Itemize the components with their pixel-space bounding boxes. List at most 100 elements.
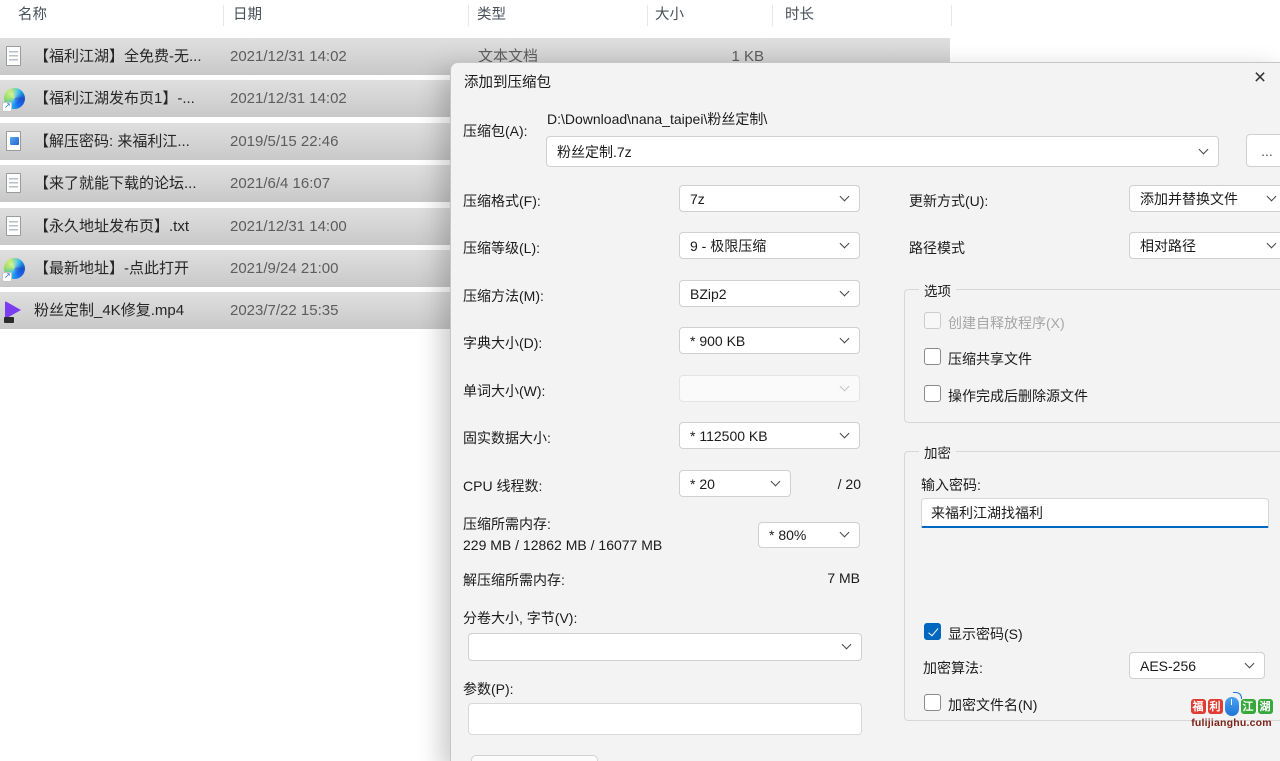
update-mode-label: 更新方式(U): bbox=[909, 191, 988, 211]
column-header-date[interactable]: 日期 bbox=[233, 0, 262, 31]
chevron-down-icon bbox=[771, 476, 781, 486]
memory-usage-combobox[interactable]: * 80% bbox=[758, 522, 860, 548]
volume-size-combobox[interactable] bbox=[468, 633, 862, 661]
file-list-header: 名称 日期 类型 大小 时长 bbox=[0, 0, 1280, 31]
video-icon bbox=[4, 300, 25, 321]
watermark-domain: fulijianghu.com bbox=[1183, 717, 1280, 729]
edge-shortcut-icon bbox=[4, 258, 25, 279]
encryption-method-combobox[interactable]: AES-256 bbox=[1129, 652, 1265, 679]
chevron-down-icon bbox=[840, 528, 850, 538]
parameters-input[interactable] bbox=[468, 703, 862, 735]
ok-button[interactable] bbox=[471, 755, 598, 761]
text-document-icon bbox=[4, 173, 25, 194]
level-label: 压缩等级(L): bbox=[463, 238, 540, 258]
create-sfx-label: 创建自释放程序(X) bbox=[948, 313, 1065, 333]
chevron-down-icon bbox=[842, 640, 852, 650]
solid-size-label: 固实数据大小: bbox=[463, 428, 551, 448]
column-header-name[interactable]: 名称 bbox=[18, 0, 47, 31]
compress-shared-checkbox[interactable] bbox=[924, 348, 941, 365]
delete-after-checkbox[interactable] bbox=[924, 385, 941, 402]
chevron-down-icon bbox=[840, 238, 850, 248]
column-header-type[interactable]: 类型 bbox=[477, 0, 506, 31]
decompress-memory-value: 7 MB bbox=[781, 570, 860, 586]
archive-path: D:\Download\nana_taipei\粉丝定制\ bbox=[547, 109, 767, 129]
memory-label: 压缩所需内存: bbox=[463, 514, 551, 534]
encrypt-names-checkbox[interactable] bbox=[924, 694, 941, 711]
mouse-icon bbox=[1225, 697, 1239, 716]
password-input[interactable] bbox=[921, 498, 1269, 528]
dialog-title: 添加到压缩包 bbox=[464, 71, 551, 92]
chevron-down-icon bbox=[840, 191, 850, 201]
decompress-memory-label: 解压缩所需内存: bbox=[463, 570, 565, 590]
browse-button[interactable]: ... bbox=[1246, 134, 1280, 167]
column-divider bbox=[951, 5, 952, 26]
column-divider bbox=[468, 5, 469, 26]
image-document-icon bbox=[4, 131, 25, 152]
text-document-icon bbox=[4, 46, 25, 67]
logo-char: 湖 bbox=[1258, 699, 1273, 714]
file-date: 2021/12/31 14:00 bbox=[230, 208, 347, 245]
show-password-checkbox[interactable] bbox=[924, 623, 941, 640]
file-name: 粉丝定制_4K修复.mp4 bbox=[34, 292, 184, 329]
add-to-archive-dialog: 添加到压缩包 × 压缩包(A): D:\Download\nana_taipei… bbox=[450, 62, 1280, 761]
file-date: 2021/12/31 14:02 bbox=[230, 38, 347, 75]
column-header-duration[interactable]: 时长 bbox=[785, 0, 814, 31]
file-date: 2021/12/31 14:02 bbox=[230, 80, 347, 117]
word-size-label: 单词大小(W): bbox=[463, 381, 545, 401]
screen: 名称 日期 类型 大小 时长 【福利江湖】全免费-无... 2021/12/31… bbox=[0, 0, 1280, 761]
archive-name-value: 粉丝定制.7z bbox=[557, 142, 632, 162]
path-mode-combobox[interactable]: 相对路径 bbox=[1129, 232, 1280, 259]
cpu-threads-combobox[interactable]: * 20 bbox=[679, 470, 791, 497]
chevron-down-icon bbox=[1267, 238, 1277, 248]
chevron-down-icon bbox=[1199, 144, 1209, 154]
path-mode-label: 路径模式 bbox=[909, 238, 965, 258]
cpu-threads-label: CPU 线程数: bbox=[463, 476, 542, 496]
create-sfx-checkbox bbox=[924, 312, 941, 329]
file-name: 【福利江湖发布页1】-... bbox=[34, 80, 195, 117]
logo-char: 利 bbox=[1208, 699, 1223, 714]
archive-name-combobox[interactable]: 粉丝定制.7z bbox=[546, 136, 1219, 167]
file-date: 2023/7/22 15:35 bbox=[230, 292, 338, 329]
watermark-logo: 福 利 江 湖 fulijianghu.com bbox=[1183, 695, 1280, 729]
format-label: 压缩格式(F): bbox=[463, 191, 541, 211]
edge-shortcut-icon bbox=[4, 88, 25, 109]
column-divider bbox=[772, 5, 773, 26]
show-password-label: 显示密码(S) bbox=[948, 624, 1023, 644]
word-size-combobox bbox=[679, 375, 860, 402]
solid-size-combobox[interactable]: * 112500 KB bbox=[679, 422, 860, 449]
format-combobox[interactable]: 7z bbox=[679, 185, 860, 212]
encryption-method-label: 加密算法: bbox=[923, 658, 983, 678]
chevron-down-icon bbox=[840, 333, 850, 343]
encrypt-names-label: 加密文件名(N) bbox=[948, 695, 1037, 715]
chevron-down-icon bbox=[1245, 658, 1255, 668]
level-combobox[interactable]: 9 - 极限压缩 bbox=[679, 232, 860, 259]
memory-detail: 229 MB / 12862 MB / 16077 MB bbox=[463, 537, 662, 553]
file-name: 【解压密码: 来福利江... bbox=[34, 123, 190, 160]
chevron-down-icon bbox=[840, 428, 850, 438]
chevron-down-icon bbox=[1267, 191, 1277, 201]
file-date: 2021/9/24 21:00 bbox=[230, 250, 338, 287]
delete-after-label: 操作完成后删除源文件 bbox=[948, 386, 1088, 406]
file-date: 2021/6/4 16:07 bbox=[230, 165, 330, 202]
method-label: 压缩方法(M): bbox=[463, 286, 544, 306]
update-mode-combobox[interactable]: 添加并替换文件 bbox=[1129, 185, 1280, 212]
chevron-down-icon bbox=[840, 286, 850, 296]
text-document-icon bbox=[4, 216, 25, 237]
file-name: 【来了就能下载的论坛... bbox=[34, 165, 197, 202]
parameters-label: 参数(P): bbox=[463, 679, 514, 699]
column-divider bbox=[647, 5, 648, 26]
dictionary-label: 字典大小(D): bbox=[463, 333, 542, 353]
encryption-group-title: 加密 bbox=[919, 442, 956, 462]
file-name: 【永久地址发布页】.txt bbox=[34, 208, 189, 245]
column-divider bbox=[223, 5, 224, 26]
file-date: 2019/5/15 22:46 bbox=[230, 123, 338, 160]
logo-char: 江 bbox=[1241, 699, 1256, 714]
dictionary-combobox[interactable]: * 900 KB bbox=[679, 327, 860, 354]
logo-char: 福 bbox=[1191, 699, 1206, 714]
column-header-size[interactable]: 大小 bbox=[655, 0, 684, 31]
file-name: 【福利江湖】全免费-无... bbox=[34, 38, 202, 75]
password-label: 输入密码: bbox=[921, 475, 981, 495]
method-combobox[interactable]: BZip2 bbox=[679, 280, 860, 307]
file-name: 【最新地址】-点此打开 bbox=[34, 250, 189, 287]
close-icon[interactable]: × bbox=[1247, 65, 1273, 91]
